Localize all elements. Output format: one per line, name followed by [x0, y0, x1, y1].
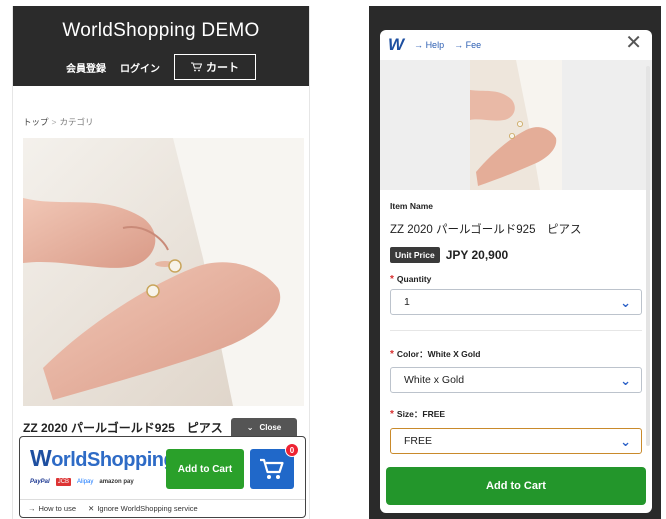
- quantity-select-value: 1: [404, 296, 410, 308]
- unit-price-value: JPY 20,900: [445, 248, 509, 262]
- chevron-down-icon: ⌄: [246, 423, 254, 432]
- site-nav: 会員登録 ログイン カート: [13, 54, 309, 80]
- breadcrumb: トップ > カテゴリ: [23, 116, 94, 128]
- item-name-label: Item Name: [390, 201, 433, 211]
- cart-button-label: カート: [206, 62, 239, 74]
- color-select[interactable]: White x Gold ⌄: [390, 367, 642, 393]
- modal-add-to-cart-button[interactable]: Add to Cart: [386, 467, 646, 505]
- color-label: * Color：White X Gold: [390, 349, 481, 360]
- modal-scrollbar[interactable]: [646, 66, 650, 446]
- alipay-logo: Alipay: [77, 479, 94, 485]
- breadcrumb-top[interactable]: トップ: [23, 117, 49, 127]
- worldshopping-logo: WorldShopping: [30, 445, 176, 471]
- site-header: WorldShopping DEMO 会員登録 ログイン カート: [13, 6, 309, 86]
- widget-close-button[interactable]: ⌄ Close: [231, 418, 297, 437]
- modal-product-thumbnail: [470, 60, 562, 190]
- worldshopping-widget: WorldShopping PayPal JCB Alipay amazon p…: [19, 436, 306, 518]
- shopping-cart-icon: [260, 458, 284, 479]
- login-link[interactable]: ログイン: [120, 60, 160, 75]
- product-photo: [23, 138, 304, 406]
- product-options-modal: W → Help → Fee ✕ Item Name ZZ 2020 パールゴー…: [380, 30, 652, 513]
- widget-add-to-cart-button[interactable]: Add to Cart: [166, 449, 244, 489]
- jcb-logo: JCB: [55, 478, 72, 486]
- cart-button[interactable]: カート: [174, 54, 256, 80]
- breadcrumb-separator: >: [51, 117, 57, 127]
- quantity-select[interactable]: 1 ⌄: [390, 289, 642, 315]
- payment-logos: PayPal JCB Alipay amazon pay: [30, 478, 134, 486]
- register-link[interactable]: 会員登録: [66, 60, 106, 75]
- item-name-value: ZZ 2020 パールゴールド925 ピアス: [390, 224, 582, 236]
- product-title: ZZ 2020 パールゴールド925 ピアス: [23, 421, 223, 435]
- quantity-label: * Quantity: [390, 274, 432, 285]
- arrow-right-icon: →: [28, 504, 36, 513]
- chevron-down-icon: ⌄: [620, 373, 631, 388]
- site-title[interactable]: WorldShopping DEMO: [13, 6, 309, 42]
- how-to-use-link[interactable]: → How to use: [28, 504, 76, 513]
- widget-links: → How to use ✕ Ignore WorldShopping servic…: [20, 499, 305, 517]
- breadcrumb-category[interactable]: カテゴリ: [59, 117, 93, 127]
- chevron-down-icon: ⌄: [620, 434, 631, 449]
- amazon-pay-logo: amazon pay: [99, 479, 134, 485]
- size-label: * Size：FREE: [390, 409, 446, 420]
- close-label: Close: [259, 423, 282, 432]
- modal-phone: W → Help → Fee ✕ Item Name ZZ 2020 パールゴー…: [369, 6, 661, 519]
- required-asterisk: *: [390, 409, 394, 420]
- modal-header: W → Help → Fee ✕: [380, 30, 652, 60]
- size-select-value: FREE: [404, 435, 433, 447]
- widget-cart-button[interactable]: 0: [250, 443, 299, 489]
- modal-product-image-area: [380, 60, 652, 190]
- product-page-phone: WorldShopping DEMO 会員登録 ログイン カート トップ > カテゴ…: [12, 6, 310, 519]
- unit-price-badge: Unit Price: [390, 247, 440, 263]
- modal-close-icon[interactable]: ✕: [625, 33, 642, 53]
- arrow-right-icon: →: [454, 40, 464, 50]
- cart-count-badge: 0: [285, 443, 299, 457]
- ignore-service-link[interactable]: ✕ Ignore WorldShopping service: [88, 504, 198, 513]
- screenshot-stage: WorldShopping DEMO 会員登録 ログイン カート トップ > カテゴ…: [0, 0, 666, 519]
- help-link[interactable]: → Help: [414, 40, 444, 50]
- worldshopping-w-logo: W: [388, 35, 405, 54]
- fee-link[interactable]: → Fee: [454, 40, 481, 50]
- unit-price-row: Unit Price JPY 20,900: [390, 247, 508, 263]
- close-icon: ✕: [88, 504, 95, 513]
- arrow-right-icon: →: [414, 40, 424, 50]
- section-divider: [390, 330, 642, 331]
- cart-icon: [191, 62, 202, 72]
- color-select-value: White x Gold: [404, 374, 465, 386]
- paypal-logo: PayPal: [30, 479, 50, 485]
- required-asterisk: *: [390, 349, 394, 360]
- chevron-down-icon: ⌄: [620, 295, 631, 310]
- required-asterisk: *: [390, 274, 394, 285]
- size-select[interactable]: FREE ⌄: [390, 428, 642, 454]
